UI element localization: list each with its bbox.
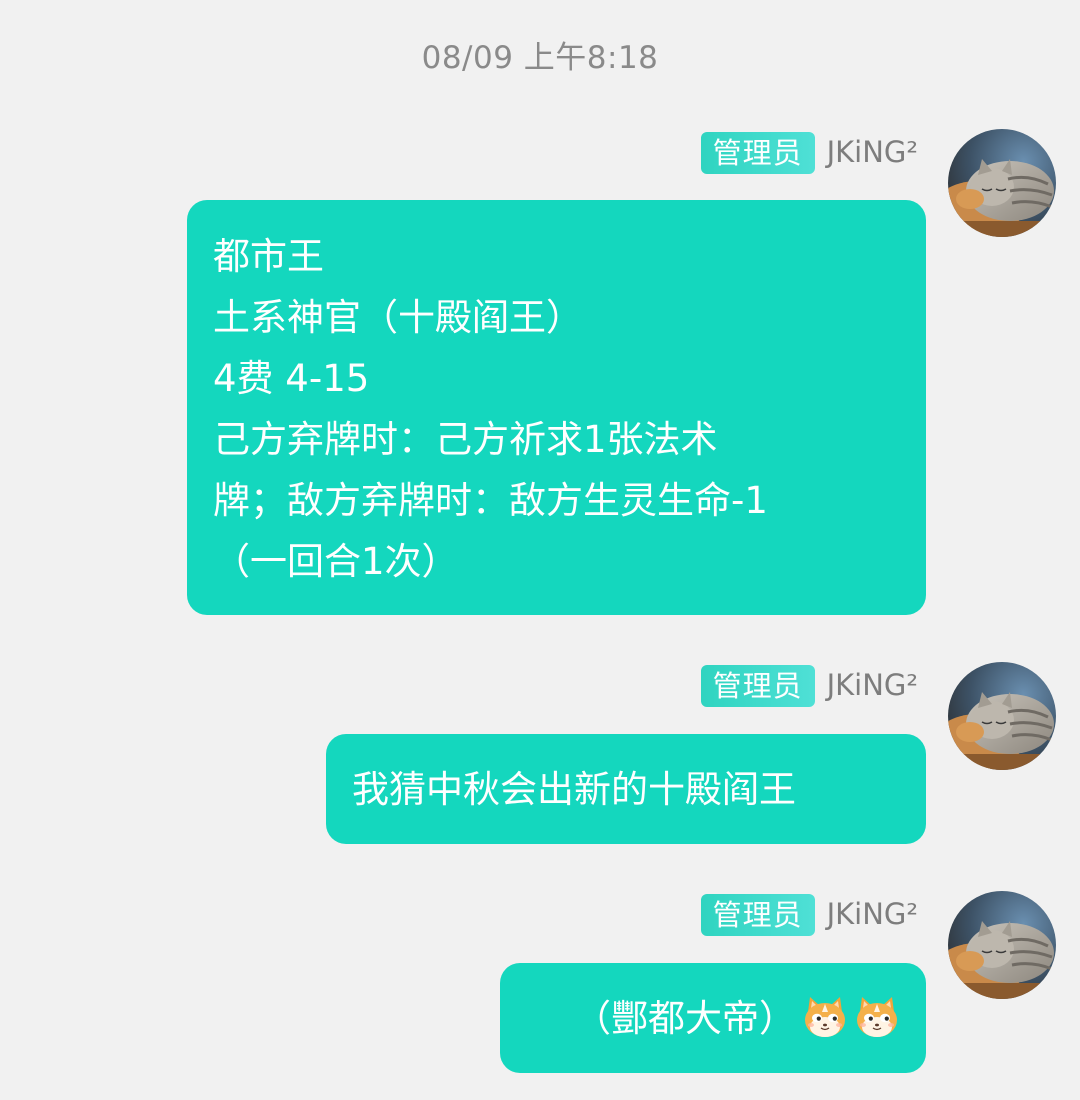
admin-badge: 管理员 xyxy=(700,132,815,174)
sender-info: 管理员 JKiNG² xyxy=(700,664,918,708)
message-content: （酆都大帝） xyxy=(526,988,900,1049)
sender-info: 管理员 JKiNG² xyxy=(700,893,918,937)
message-bubble[interactable]: 我猜中秋会出新的十殿阎王 xyxy=(326,734,926,844)
message-text: 我猜中秋会出新的十殿阎王 xyxy=(352,768,796,811)
message-line: 己方弃牌时：己方祈求1张法术 xyxy=(213,418,718,461)
sender-name[interactable]: JKiNG² xyxy=(827,131,918,173)
message-line: 牌；敌方弃牌时：敌方生灵生命-1 xyxy=(213,479,768,522)
cat-avatar-image xyxy=(948,662,1056,770)
sender-name[interactable]: JKiNG² xyxy=(827,664,918,706)
message-line: 都市王 xyxy=(213,235,324,278)
cat-face-emoji xyxy=(854,994,900,1040)
message-line: （一回合1次） xyxy=(213,540,459,583)
sender-info: 管理员 JKiNG² xyxy=(700,131,918,175)
sender-name[interactable]: JKiNG² xyxy=(827,893,918,935)
admin-badge: 管理员 xyxy=(700,894,815,936)
cat-avatar-image xyxy=(948,129,1056,237)
message-text: （酆都大帝） xyxy=(574,997,796,1040)
chat-timestamp: 08/09 上午8:18 xyxy=(421,40,659,76)
admin-badge: 管理员 xyxy=(700,665,815,707)
sender-avatar[interactable] xyxy=(948,129,1056,237)
message-bubble[interactable]: 都市王 土系神官（十殿阎王） 4费 4-15 己方弃牌时：己方祈求1张法术 牌；… xyxy=(187,200,926,615)
message-line: 4费 4-15 xyxy=(213,357,370,400)
cat-face-emoji xyxy=(802,994,848,1040)
message-line: 土系神官（十殿阎王） xyxy=(213,296,583,339)
sender-avatar[interactable] xyxy=(948,662,1056,770)
message-bubble[interactable]: （酆都大帝） xyxy=(500,963,926,1073)
sender-avatar[interactable] xyxy=(948,891,1056,999)
cat-avatar-image xyxy=(948,891,1056,999)
